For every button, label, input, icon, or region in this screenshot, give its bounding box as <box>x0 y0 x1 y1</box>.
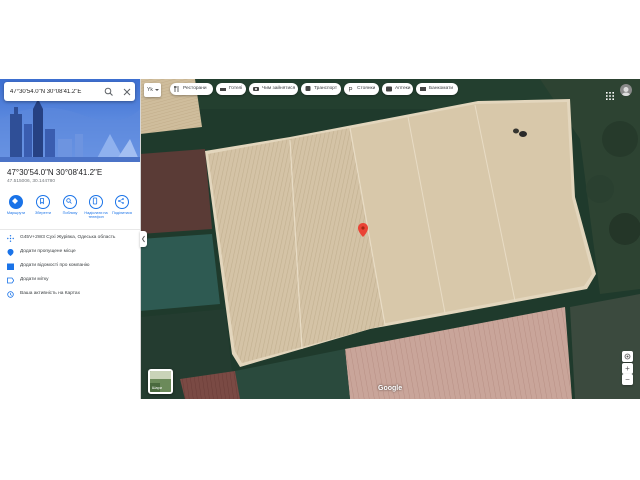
history-icon <box>7 291 14 298</box>
nearby-icon <box>66 198 72 204</box>
share-icon <box>118 198 124 204</box>
info-text: Додати відомості про компанію <box>20 263 90 268</box>
send-to-phone-icon <box>92 197 98 205</box>
place-panel: 47°30'54.0"N 30°08'41.2"E 47.515006, 30.… <box>0 79 141 399</box>
action-buttons: Маршрути Зберегти Поблизу Надіслати на т… <box>3 195 137 225</box>
my-location-icon <box>624 353 631 360</box>
layers-label: Шари <box>152 386 162 390</box>
chip-things-to-do[interactable]: Чим зайнятися <box>249 83 298 95</box>
add-place-row[interactable]: Додати пропущене місце <box>7 248 137 258</box>
search-input[interactable] <box>10 85 98 98</box>
hotel-icon <box>220 88 226 91</box>
save-button[interactable]: Зберегти <box>30 195 56 225</box>
share-button[interactable]: Поділитися <box>109 195 135 225</box>
parking-icon: P <box>349 88 353 93</box>
search-box <box>4 82 135 101</box>
chip-label: Аптеки <box>395 86 411 91</box>
chip-atms[interactable]: Банкомати <box>416 83 458 95</box>
layers-button[interactable]: Шари <box>148 369 173 394</box>
chip-transit[interactable]: Транспорт <box>301 83 341 95</box>
info-text: Ваша активність на Картах <box>20 291 80 296</box>
directions-icon <box>12 198 18 204</box>
chevron-left-icon <box>141 235 145 243</box>
chip-restaurants[interactable]: Ресторани <box>170 83 213 95</box>
plus-code-icon <box>7 235 14 242</box>
map-controls: + − <box>622 351 633 385</box>
place-title: 47°30'54.0"N 30°08'41.2"E <box>7 168 103 177</box>
google-logo: Google <box>378 385 403 392</box>
add-label-row[interactable]: Додати мітку <box>7 276 137 286</box>
apps-grid-icon[interactable] <box>606 87 614 100</box>
atm-icon <box>420 87 426 91</box>
action-label: Надіслати на телефон <box>84 210 108 219</box>
chip-label: Банкомати <box>429 86 454 91</box>
collapse-panel-button[interactable] <box>140 231 147 247</box>
restaurant-icon <box>174 86 179 92</box>
chip-pharmacies[interactable]: Аптеки <box>382 83 413 95</box>
chip-parking[interactable]: P Стоянки <box>344 83 379 95</box>
my-location-button[interactable] <box>622 351 633 362</box>
nearby-button[interactable]: Поблизу <box>57 195 83 225</box>
info-text: Додати пропущене місце <box>20 249 76 254</box>
action-label: Поділитися <box>112 210 132 215</box>
info-text: Додати мітку <box>20 277 49 282</box>
maps-app: Yk Ресторани Готелі Чим зайнятися Трансп… <box>0 79 640 399</box>
label-icon <box>7 277 14 284</box>
transit-icon <box>305 86 311 91</box>
pharmacy-icon <box>386 86 392 92</box>
info-text: G45V+2W3 Сухі Журівка, Одеська область <box>20 235 116 240</box>
zoom-out-button[interactable]: − <box>622 374 633 385</box>
business-icon <box>7 263 14 270</box>
add-place-icon <box>7 249 14 256</box>
language-label: Yk <box>147 87 153 93</box>
language-selector[interactable]: Yk <box>144 83 161 97</box>
directions-button[interactable]: Маршрути <box>3 195 29 225</box>
chip-label: Готелі <box>229 86 243 91</box>
close-icon[interactable] <box>121 85 133 97</box>
zoom-in-button[interactable]: + <box>622 363 633 374</box>
bookmark-icon <box>40 198 44 205</box>
avatar[interactable] <box>620 84 632 96</box>
divider <box>0 229 140 230</box>
add-business-row[interactable]: Додати відомості про компанію <box>7 262 137 272</box>
send-to-phone-button[interactable]: Надіслати на телефон <box>83 195 109 225</box>
chip-label: Ресторани <box>183 86 207 91</box>
search-icon[interactable] <box>103 85 115 97</box>
satellite-map[interactable] <box>140 79 640 399</box>
chip-label: Транспорт <box>314 86 338 91</box>
action-label: Зберегти <box>34 210 51 215</box>
camera-icon <box>253 87 259 91</box>
chip-label: Стоянки <box>357 86 376 91</box>
chip-hotels[interactable]: Готелі <box>216 83 246 95</box>
action-label: Маршрути <box>6 210 26 215</box>
action-label: Поблизу <box>62 210 78 215</box>
svg-text:P: P <box>349 88 353 93</box>
caret-down-icon <box>155 89 159 91</box>
map-imagery <box>140 79 640 399</box>
plus-code-row[interactable]: G45V+2W3 Сухі Журівка, Одеська область <box>7 234 137 244</box>
activity-row[interactable]: Ваша активність на Картах <box>7 290 137 300</box>
chip-label: Чим зайнятися <box>262 86 296 91</box>
place-coordinates: 47.515006, 30.144780 <box>7 179 56 184</box>
